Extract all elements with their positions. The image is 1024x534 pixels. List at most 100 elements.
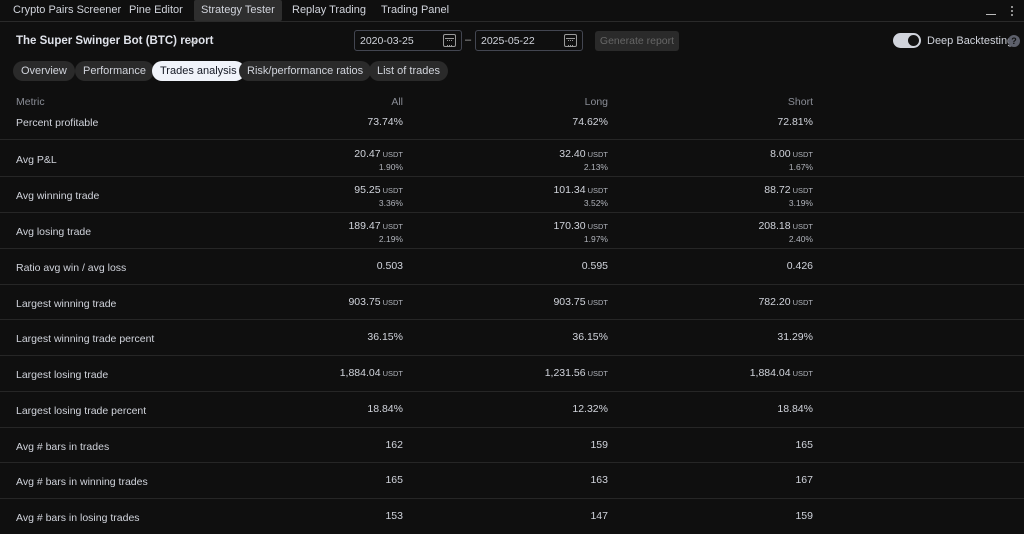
start-date-value: 2020-03-25 bbox=[360, 35, 414, 47]
cell-value: 1,884.04 bbox=[339, 367, 381, 379]
cell-unit: USDT bbox=[382, 150, 403, 159]
calendar-icon[interactable] bbox=[564, 34, 577, 47]
cell-long: 32.40 USDT bbox=[559, 148, 608, 160]
cell-unit: USDT bbox=[587, 150, 608, 159]
metric-label: Avg # bars in losing trades bbox=[16, 512, 140, 524]
cell-all: 162 bbox=[385, 439, 403, 451]
cell-percent: 2.13% bbox=[583, 162, 608, 172]
generate-report-button[interactable]: Generate report bbox=[595, 31, 679, 51]
metric-label: Largest winning trade bbox=[16, 298, 117, 310]
cell-short: 88.72 USDT bbox=[764, 184, 813, 196]
calendar-icon[interactable] bbox=[443, 34, 456, 47]
more-options-icon[interactable] bbox=[1007, 4, 1017, 18]
cell-value: 162 bbox=[385, 439, 403, 451]
cell-value: 18.84% bbox=[367, 403, 403, 415]
cell-short: 72.81% bbox=[777, 116, 813, 128]
report-title[interactable]: The Super Swinger Bot (BTC) report bbox=[16, 35, 213, 47]
cell-value: 147 bbox=[590, 510, 608, 522]
cell-long: 12.32% bbox=[572, 403, 608, 415]
cell-value: 0.426 bbox=[786, 260, 813, 272]
date-range-separator: – bbox=[465, 34, 472, 46]
cell-value: 0.595 bbox=[581, 260, 608, 272]
cell-short: 165 bbox=[795, 439, 813, 451]
cell-value: 208.18 bbox=[758, 220, 791, 232]
tab-list-of-trades[interactable]: List of trades bbox=[369, 61, 448, 81]
cell-value: 163 bbox=[590, 474, 608, 486]
metric-label: Percent profitable bbox=[16, 117, 99, 129]
cell-unit: USDT bbox=[587, 298, 608, 307]
cell-long: 903.75 USDT bbox=[553, 296, 608, 308]
cell-value: 159 bbox=[795, 510, 813, 522]
cell-all: 165 bbox=[385, 474, 403, 486]
cell-all: 1,884.04 USDT bbox=[340, 367, 403, 379]
cell-long: 101.34 USDT bbox=[553, 184, 608, 196]
cell-long: 0.595 bbox=[582, 260, 608, 272]
cell-percent: 1.97% bbox=[583, 234, 608, 244]
metric-label: Avg # bars in trades bbox=[16, 441, 110, 453]
cell-percent: 3.36% bbox=[378, 198, 403, 208]
cell-value: 8.00 bbox=[770, 148, 791, 160]
cell-long: 74.62% bbox=[572, 116, 608, 128]
deep-backtesting-toggle[interactable] bbox=[893, 33, 921, 48]
cell-percent: 3.52% bbox=[583, 198, 608, 208]
cell-all: 903.75 USDT bbox=[348, 296, 403, 308]
cell-unit: USDT bbox=[382, 222, 403, 231]
cell-unit: USDT bbox=[587, 222, 608, 231]
metric-label: Avg winning trade bbox=[16, 190, 100, 202]
cell-short: 159 bbox=[795, 510, 813, 522]
metric-label: Avg losing trade bbox=[16, 226, 92, 238]
cell-value: 165 bbox=[795, 439, 813, 451]
cell-value: 1,884.04 bbox=[749, 367, 791, 379]
cell-value: 73.74% bbox=[367, 116, 403, 128]
cell-value: 903.75 bbox=[348, 296, 381, 308]
cell-all: 95.25 USDT bbox=[354, 184, 403, 196]
table-row: Avg # bars in trades 162 159 165 bbox=[0, 428, 1024, 463]
cell-short: 18.84% bbox=[777, 403, 813, 415]
deep-backtesting-label: Deep Backtesting bbox=[927, 35, 1014, 47]
cell-long: 36.15% bbox=[572, 331, 608, 343]
tab-trades-analysis[interactable]: Trades analysis bbox=[152, 61, 245, 81]
tab-performance[interactable]: Performance bbox=[75, 61, 154, 81]
cell-short: 0.426 bbox=[787, 260, 813, 272]
cell-value: 88.72 bbox=[764, 184, 791, 196]
cell-value: 31.29% bbox=[777, 331, 813, 343]
cell-unit: USDT bbox=[792, 186, 813, 195]
help-icon[interactable]: ? bbox=[1008, 35, 1020, 47]
table-row: Percent profitable 73.74% 74.62% 72.81% bbox=[0, 106, 1024, 140]
cell-percent: 3.19% bbox=[788, 198, 813, 208]
tab-risk-performance-ratios[interactable]: Risk/performance ratios bbox=[239, 61, 372, 81]
tab-overview[interactable]: Overview bbox=[13, 61, 75, 81]
end-date-value: 2025-05-22 bbox=[481, 35, 535, 47]
cell-long: 159 bbox=[590, 439, 608, 451]
cell-short: 8.00 USDT bbox=[770, 148, 813, 160]
metric-label: Ratio avg win / avg loss bbox=[16, 262, 127, 274]
cell-percent: 2.19% bbox=[378, 234, 403, 244]
cell-all: 20.47 USDT bbox=[354, 148, 403, 160]
cell-unit: USDT bbox=[587, 369, 608, 378]
cell-value: 36.15% bbox=[572, 331, 608, 343]
cell-all: 73.74% bbox=[367, 116, 403, 128]
cell-value: 189.47 bbox=[348, 220, 381, 232]
cell-long: 170.30 USDT bbox=[553, 220, 608, 232]
table-row: Avg # bars in winning trades 165 163 167 bbox=[0, 463, 1024, 499]
tab-crypto-pairs-screener[interactable]: Crypto Pairs Screener bbox=[6, 0, 128, 21]
tab-pine-editor[interactable]: Pine Editor bbox=[122, 0, 190, 21]
cell-short: 1,884.04 USDT bbox=[750, 367, 813, 379]
table-row: Largest losing trade 1,884.04 USDT 1,231.56… bbox=[0, 356, 1024, 392]
minimize-icon[interactable] bbox=[986, 14, 996, 15]
cell-value: 18.84% bbox=[777, 403, 813, 415]
cell-value: 782.20 bbox=[758, 296, 791, 308]
start-date-field[interactable]: 2020-03-25 bbox=[354, 30, 462, 51]
top-tab-bar: Crypto Pairs Screener Pine Editor Strate… bbox=[0, 0, 1024, 22]
table-row: Avg losing trade 189.47 USDT 2.19% 170.30 USD… bbox=[0, 213, 1024, 249]
end-date-field[interactable]: 2025-05-22 bbox=[475, 30, 583, 51]
cell-value: 903.75 bbox=[553, 296, 586, 308]
tab-trading-panel[interactable]: Trading Panel bbox=[374, 0, 456, 21]
cell-short: 167 bbox=[795, 474, 813, 486]
tab-replay-trading[interactable]: Replay Trading bbox=[285, 0, 373, 21]
cell-unit: USDT bbox=[792, 150, 813, 159]
cell-value: 0.503 bbox=[376, 260, 403, 272]
tab-strategy-tester[interactable]: Strategy Tester bbox=[194, 0, 282, 21]
cell-short: 31.29% bbox=[777, 331, 813, 343]
cell-value: 159 bbox=[590, 439, 608, 451]
